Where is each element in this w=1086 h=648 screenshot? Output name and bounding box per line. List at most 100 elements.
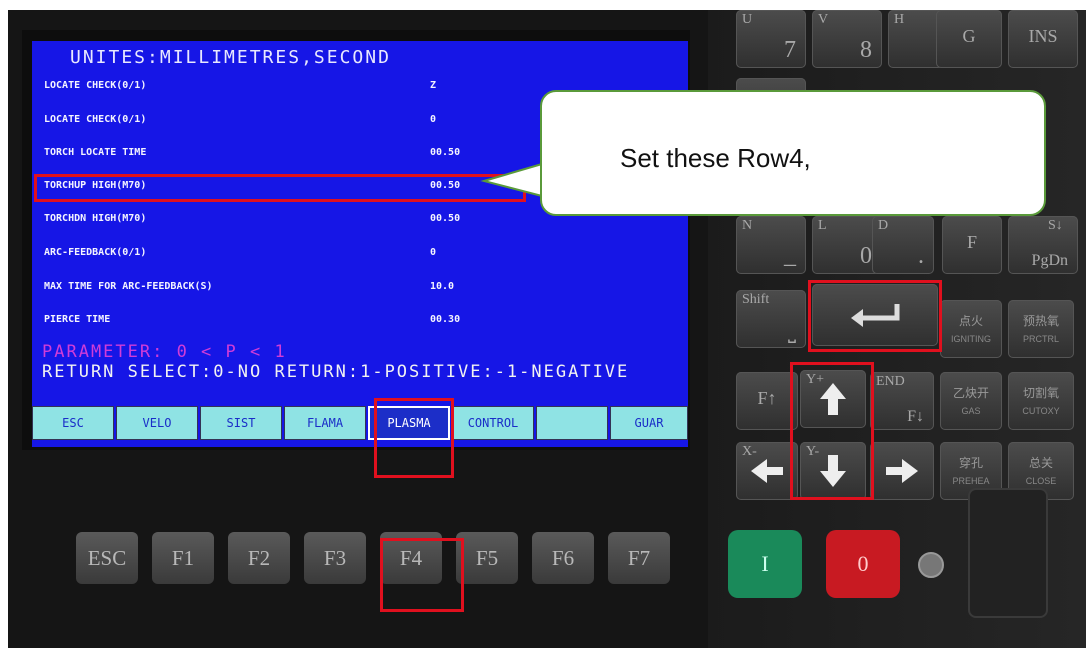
param-label: TORCHDN HIGH(M70) xyxy=(44,213,147,224)
key-label: 7 xyxy=(784,37,796,63)
param-row[interactable]: PIERCE TIME 00.30 xyxy=(44,311,604,329)
param-row[interactable]: MAX TIME FOR ARC-FEEDBACK(S) 10.0 xyxy=(44,278,604,296)
key-alt-label: D xyxy=(878,218,889,233)
key-dot[interactable]: D. xyxy=(872,216,934,274)
key-label: G xyxy=(962,26,976,46)
key-label: 8 xyxy=(860,37,872,63)
key-pgdn[interactable]: S↓ PgDn xyxy=(1008,216,1078,274)
hw-key-f1[interactable]: F1 xyxy=(152,532,214,584)
param-value[interactable]: 00.30 xyxy=(430,314,460,325)
param-label: LOCATE CHECK(0/1) xyxy=(44,114,147,125)
key-alt-label: GAS xyxy=(961,406,981,416)
key-label: 穿孔 xyxy=(958,456,983,470)
key-alt-label: U xyxy=(742,12,753,27)
menu-control[interactable]: CONTROL xyxy=(452,406,534,440)
key-cutoxy[interactable]: 切割氧 CUTOXY xyxy=(1008,372,1074,430)
key-alt-label: PRCTRL xyxy=(1022,334,1059,344)
param-row[interactable]: TORCHDN HIGH(M70) 00.50 xyxy=(44,210,604,228)
return-select-hint: RETURN SELECT:0-NO RETURN:1-POSITIVE:-1-… xyxy=(42,362,630,382)
menu-esc[interactable]: ESC xyxy=(32,406,114,440)
param-value[interactable]: 00.50 xyxy=(430,213,460,224)
key-label: PgDn xyxy=(1031,252,1068,269)
parameter-range: PARAMETER: 0 < P < 1 xyxy=(42,342,287,362)
param-row[interactable]: LOCATE CHECK(0/1) 0 xyxy=(44,111,604,129)
usb-port-cover xyxy=(968,488,1048,618)
param-row[interactable]: ARC-FEEDBACK(0/1) 0 xyxy=(44,244,604,262)
menu-empty[interactable] xyxy=(536,406,608,440)
param-label: PIERCE TIME xyxy=(44,314,111,325)
key-label: F xyxy=(966,232,977,252)
key-label: 预热氧 xyxy=(1022,314,1059,328)
key-label: _ xyxy=(784,243,796,269)
param-row[interactable]: LOCATE CHECK(0/1) Z xyxy=(44,77,604,95)
power-knob[interactable] xyxy=(918,552,944,578)
param-value[interactable]: Z xyxy=(430,80,436,91)
key-alt-label: END xyxy=(876,374,905,389)
key-igniting[interactable]: 点火 IGNITING xyxy=(940,300,1002,358)
menu-velo[interactable]: VELO xyxy=(116,406,198,440)
key-y-minus[interactable]: Y- xyxy=(800,442,866,500)
key-alt-label: IGNITING xyxy=(951,334,991,344)
key-alt-label: L xyxy=(818,218,827,233)
key-alt-label: Shift xyxy=(742,292,770,307)
key-f[interactable]: F xyxy=(942,216,1002,274)
hw-key-f7[interactable]: F7 xyxy=(608,532,670,584)
menu-plasma[interactable]: PLASMA xyxy=(368,406,450,440)
menu-guar[interactable]: GUAR xyxy=(610,406,688,440)
param-label: TORCH LOCATE TIME xyxy=(44,147,147,158)
key-alt-label: S↓ xyxy=(1048,218,1063,233)
param-value[interactable]: 00.50 xyxy=(430,180,460,191)
screen-title: UNITES:MILLIMETRES,SECOND xyxy=(70,47,391,68)
key-label: 点火 xyxy=(958,314,983,328)
function-bar: ESC VELO SIST FLAMA PLASMA CONTROL GUAR xyxy=(32,406,688,442)
key-g[interactable]: G xyxy=(936,10,1002,68)
key-y-plus[interactable]: Y+ xyxy=(800,370,866,428)
param-value[interactable]: 0 xyxy=(430,114,436,125)
stop-button[interactable]: 0 xyxy=(826,530,900,598)
key-gas[interactable]: 乙炔开 GAS xyxy=(940,372,1002,430)
start-button[interactable]: I xyxy=(728,530,802,598)
key-label: 乙炔开 xyxy=(952,386,989,400)
key-ins[interactable]: INS xyxy=(1008,10,1078,68)
param-label: MAX TIME FOR ARC-FEEDBACK(S) xyxy=(44,281,213,292)
key-minus[interactable]: N _ xyxy=(736,216,806,274)
hw-key-f5[interactable]: F5 xyxy=(456,532,518,584)
key-label: 总关 xyxy=(1028,456,1053,470)
key-alt-label: CLOSE xyxy=(1025,476,1057,486)
key-label: F↓ xyxy=(907,408,924,425)
arrow-up-icon xyxy=(820,383,846,415)
param-label: ARC-FEEDBACK(0/1) xyxy=(44,247,147,258)
enter-icon xyxy=(851,304,900,327)
hw-key-f4[interactable]: F4 xyxy=(380,532,442,584)
key-fup[interactable]: F↑ xyxy=(736,372,798,430)
key-shift-space[interactable]: Shift ⎵ xyxy=(736,290,806,348)
key-label: 0 xyxy=(860,243,872,269)
key-x-minus[interactable]: X- xyxy=(736,442,798,500)
hw-key-f6[interactable]: F6 xyxy=(532,532,594,584)
param-value[interactable]: 0 xyxy=(430,247,436,258)
hw-key-f3[interactable]: F3 xyxy=(304,532,366,584)
key-alt-label: V xyxy=(818,12,829,27)
arrow-left-icon xyxy=(751,459,783,483)
key-label: F↑ xyxy=(757,388,777,408)
key-8[interactable]: V8 xyxy=(812,10,882,68)
key-enter[interactable] xyxy=(812,284,938,346)
key-alt-label: CUTOXY xyxy=(1022,406,1060,416)
key-x-plus[interactable] xyxy=(870,442,934,500)
arrow-down-icon xyxy=(820,455,846,487)
hw-key-esc[interactable]: ESC xyxy=(76,532,138,584)
hw-key-f2[interactable]: F2 xyxy=(228,532,290,584)
key-7[interactable]: U7 xyxy=(736,10,806,68)
key-alt-label: H xyxy=(894,12,905,27)
key-fdown[interactable]: END F↓ xyxy=(870,372,934,430)
key-label: . xyxy=(918,243,924,269)
param-value[interactable]: 10.0 xyxy=(430,281,454,292)
param-label: LOCATE CHECK(0/1) xyxy=(44,80,147,91)
key-prctrl[interactable]: 预热氧 PRCTRL xyxy=(1008,300,1074,358)
key-label: INS xyxy=(1028,26,1058,46)
key-label: 切割氧 xyxy=(1022,386,1059,400)
menu-sist[interactable]: SIST xyxy=(200,406,282,440)
param-value[interactable]: 00.50 xyxy=(430,147,460,158)
key-alt-label: N xyxy=(742,218,753,233)
menu-flama[interactable]: FLAMA xyxy=(284,406,366,440)
